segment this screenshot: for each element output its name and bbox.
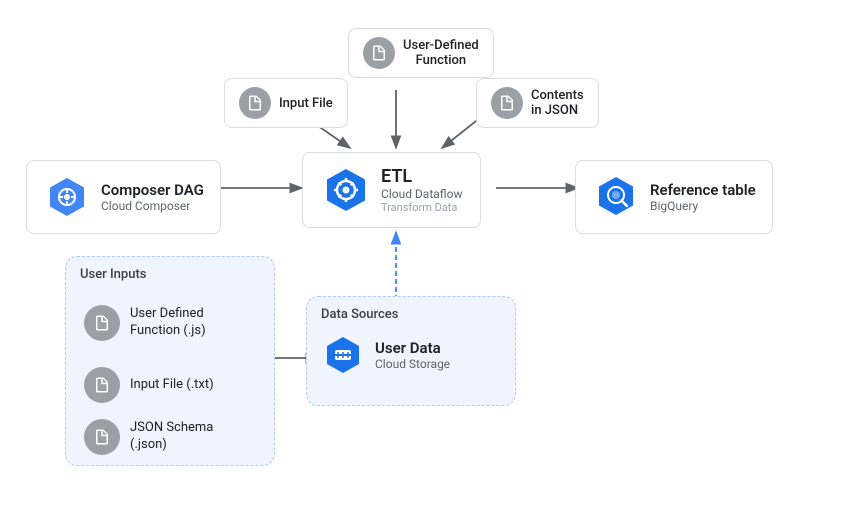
input-file-top-label: Input File [279,96,333,111]
etl-node: ETL Cloud Dataflow Transform Data [302,152,481,228]
etl-sub2: Transform Data [381,201,462,214]
user-inputs-container: User Inputs User DefinedFunction (.js) I… [65,256,275,466]
udf-top-icon [363,37,395,69]
list-item-udf: User DefinedFunction (.js) [84,305,206,341]
doc-icon-input [84,367,120,403]
composer-dag-labels: Composer DAG Cloud Composer [101,181,204,213]
ref-title: Reference table [650,181,756,199]
composer-dag-subtitle: Cloud Composer [101,199,204,213]
bigquery-icon [592,173,640,221]
composer-dag-title: Composer DAG [101,181,204,199]
composer-dag-node: Composer DAG Cloud Composer [26,160,221,234]
etl-labels: ETL Cloud Dataflow Transform Data [381,166,462,214]
ref-subtitle: BigQuery [650,199,756,213]
input-file-label: Input File (.txt) [130,377,214,394]
user-data-labels: User Data Cloud Storage [375,339,450,371]
reference-table-node: Reference table BigQuery [575,160,773,234]
user-inputs-label: User Inputs [80,267,146,282]
doc-icon-json [84,419,120,455]
data-sources-container: Data Sources User Data Cloud Storage [306,296,516,406]
input-file-top-icon [239,87,271,119]
udf-top-node: User-DefinedFunction [348,28,494,78]
data-sources-label: Data Sources [321,307,398,322]
contents-json-label: Contentsin JSON [531,88,584,118]
etl-title: ETL [381,166,462,187]
composer-dag-icon [43,173,91,221]
contents-json-node: Contentsin JSON [476,78,599,128]
doc-icon-udf [84,305,120,341]
reference-table-labels: Reference table BigQuery [650,181,756,213]
contents-json-icon [491,87,523,119]
udf-top-label: User-DefinedFunction [403,38,479,68]
etl-sub1: Cloud Dataflow [381,187,462,201]
list-item-input-file: Input File (.txt) [84,367,214,403]
diagram-container: User Inputs User DefinedFunction (.js) I… [0,0,853,509]
etl-icon [321,165,371,215]
user-data-node: User Data Cloud Storage [321,333,450,377]
list-item-json-schema: JSON Schema(.json) [84,419,213,455]
user-data-hex-icon [321,333,365,377]
json-schema-label: JSON Schema(.json) [130,420,213,454]
user-data-subtitle: Cloud Storage [375,357,450,371]
udf-label: User DefinedFunction (.js) [130,306,206,340]
user-data-title: User Data [375,339,450,357]
input-file-top-node: Input File [224,78,348,128]
